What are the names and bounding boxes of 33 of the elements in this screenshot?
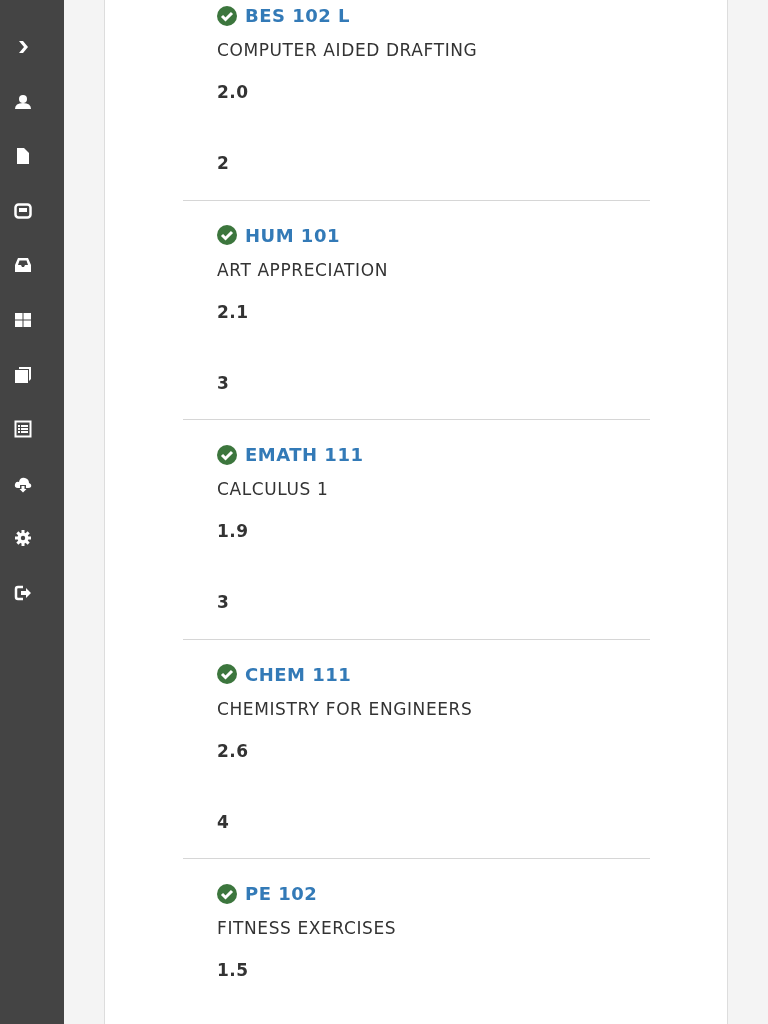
grade: 2.6 (217, 740, 249, 761)
course-title: COMPUTER AIDED DRAFTING (217, 40, 478, 60)
course-title: CALCULUS 1 (217, 479, 329, 499)
course-code[interactable]: BES 102 L (245, 5, 351, 26)
sign-out-icon[interactable] (14, 583, 32, 602)
course-code[interactable]: HUM 101 (245, 224, 340, 246)
course-title: CHEMISTRY FOR ENGINEERS (217, 698, 473, 719)
grade: 2.1 (217, 301, 249, 322)
course-code[interactable]: PE 102 (245, 883, 318, 904)
grade: 1.9 (217, 521, 249, 541)
check-circle-icon (217, 664, 237, 684)
window-icon[interactable] (14, 201, 32, 220)
document-icon[interactable] (14, 147, 32, 166)
course-code[interactable]: CHEM 111 (245, 663, 352, 685)
units: 4 (217, 811, 229, 832)
settings-icon[interactable] (14, 529, 32, 548)
check-circle-icon (217, 5, 237, 26)
course-title: ART APPRECIATION (217, 259, 388, 280)
units: 3 (217, 372, 229, 393)
stack-icon[interactable] (14, 365, 32, 384)
course-code[interactable]: EMATH 111 (245, 444, 364, 465)
check-circle-icon (217, 883, 237, 904)
grid-icon[interactable] (14, 310, 32, 329)
course-title: FITNESS EXERCISES (217, 918, 397, 938)
grade: 1.5 (217, 960, 249, 980)
units: 3 (217, 592, 229, 612)
user-icon[interactable] (14, 92, 32, 111)
list-icon[interactable] (14, 420, 32, 439)
check-circle-icon (217, 444, 237, 465)
units: 2 (217, 153, 229, 173)
grade: 2.0 (217, 82, 249, 102)
inbox-icon[interactable] (14, 256, 32, 275)
check-circle-icon (217, 225, 237, 245)
